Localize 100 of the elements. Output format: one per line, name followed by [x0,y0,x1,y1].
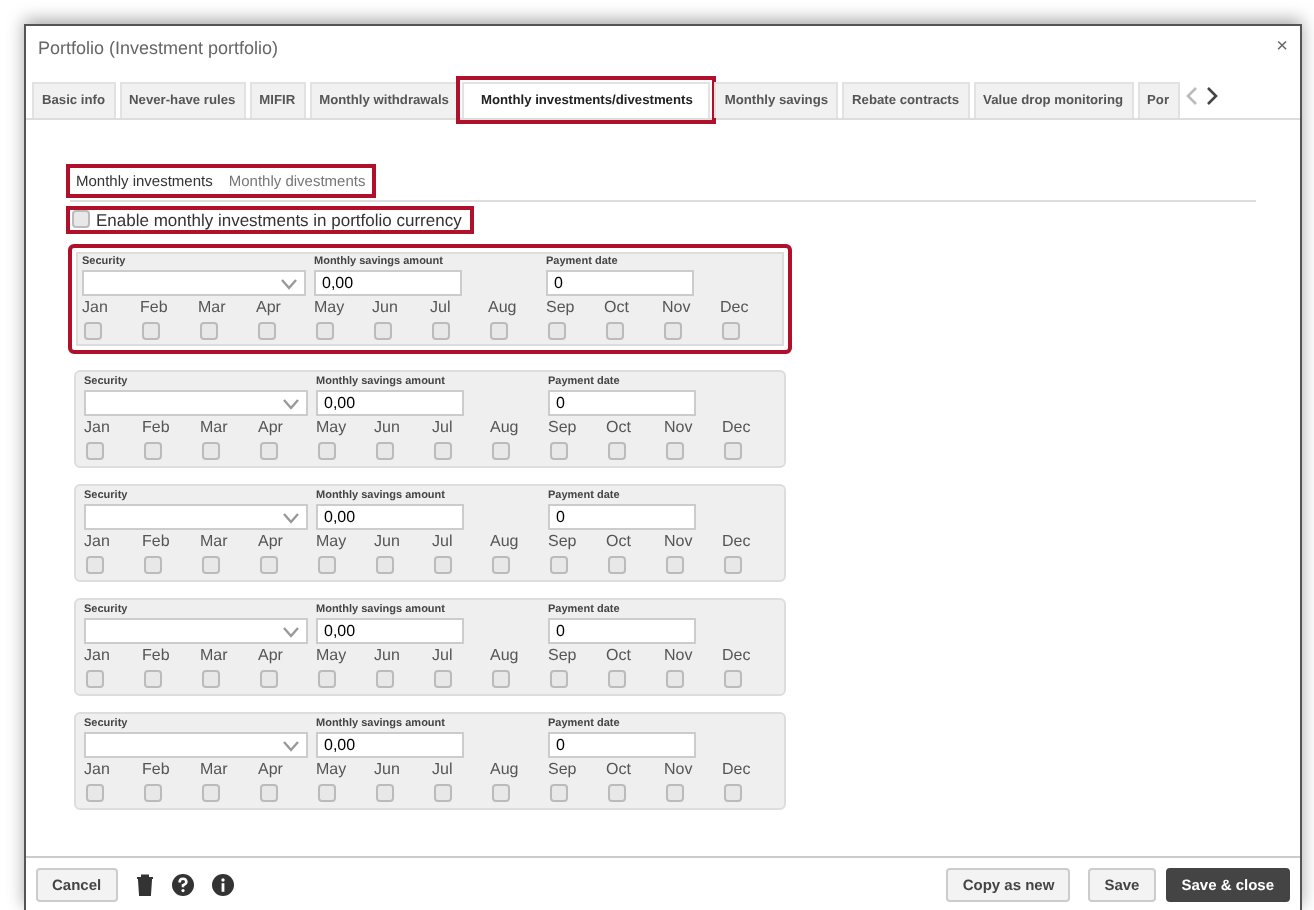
close-button[interactable]: × [1276,36,1288,58]
month-label: Aug [490,646,521,664]
month-label: Sep [548,418,579,436]
amount-field[interactable]: 0,00 [316,504,464,530]
month-label: Jun [372,298,400,316]
month-label: Sep [548,760,579,778]
checkbox[interactable] [144,784,162,802]
amount-field[interactable]: 0,00 [314,270,462,296]
checkbox[interactable] [260,670,278,688]
checkbox[interactable] [144,556,162,574]
info-icon[interactable] [211,874,234,896]
checkbox[interactable] [86,442,104,460]
checkbox[interactable] [144,670,162,688]
month-label: Nov [664,418,695,436]
checkbox[interactable] [608,670,626,688]
security-dropdown[interactable] [84,618,308,644]
checkbox[interactable] [86,784,104,802]
month-label: May [316,418,349,436]
checkbox[interactable] [548,322,566,340]
security-dropdown[interactable] [84,390,308,416]
checkbox[interactable] [376,784,394,802]
checkbox[interactable] [72,210,90,228]
checkbox[interactable] [258,322,276,340]
month-label: Oct [604,298,631,316]
checkbox[interactable] [722,322,740,340]
month-label: May [316,760,349,778]
checkbox[interactable] [664,322,682,340]
checkbox[interactable] [376,442,394,460]
checkbox[interactable] [202,442,220,460]
checkbox[interactable] [434,784,452,802]
date-field[interactable]: 0 [548,732,696,758]
checkbox[interactable] [666,556,684,574]
checkbox[interactable] [86,556,104,574]
checkbox[interactable] [318,670,336,688]
checkbox[interactable] [666,784,684,802]
checkbox[interactable] [316,322,334,340]
checkbox[interactable] [434,442,452,460]
checkbox[interactable] [724,556,742,574]
checkbox[interactable] [492,442,510,460]
checkbox[interactable] [376,556,394,574]
checkbox[interactable] [202,784,220,802]
checkbox[interactable] [550,442,568,460]
month-label: Jan [84,646,112,664]
checkbox[interactable] [318,556,336,574]
checkbox[interactable] [608,556,626,574]
amount-field[interactable]: 0,00 [316,732,464,758]
checkbox[interactable] [606,322,624,340]
checkbox[interactable] [260,442,278,460]
checkbox[interactable] [550,556,568,574]
month-label: Apr [258,760,285,778]
help-icon[interactable] [171,874,194,896]
month-label: Jul [432,418,455,436]
checkbox[interactable] [608,784,626,802]
month-label: Aug [488,298,519,316]
checkbox[interactable] [144,442,162,460]
checkbox[interactable] [200,322,218,340]
amount-field[interactable]: 0,00 [316,390,464,416]
checkbox[interactable] [202,556,220,574]
month-label: May [316,532,349,550]
month-label: May [314,298,347,316]
date-field[interactable]: 0 [548,504,696,530]
security-dropdown[interactable] [84,732,308,758]
checkbox[interactable] [202,670,220,688]
date-field[interactable]: 0 [548,618,696,644]
checkbox[interactable] [492,556,510,574]
checkbox[interactable] [434,556,452,574]
checkbox[interactable] [376,670,394,688]
date-field[interactable]: 0 [546,270,694,296]
checkbox[interactable] [492,784,510,802]
checkbox[interactable] [142,322,160,340]
checkbox[interactable] [724,670,742,688]
month-label: Jul [430,298,453,316]
checkbox[interactable] [318,784,336,802]
checkbox[interactable] [434,670,452,688]
checkbox[interactable] [318,442,336,460]
checkbox[interactable] [666,442,684,460]
month-label: Sep [548,532,579,550]
date-field[interactable]: 0 [548,390,696,416]
trash-icon[interactable] [135,874,154,896]
security-dropdown[interactable] [82,270,306,296]
checkbox[interactable] [84,322,102,340]
month-label: Sep [546,298,577,316]
month-label: Apr [258,532,285,550]
month-label: Dec [722,418,753,436]
checkbox[interactable] [260,556,278,574]
checkbox[interactable] [490,322,508,340]
checkbox[interactable] [724,442,742,460]
checkbox[interactable] [666,670,684,688]
month-label: Aug [490,760,521,778]
security-dropdown[interactable] [84,504,308,530]
checkbox[interactable] [260,784,278,802]
checkbox[interactable] [432,322,450,340]
checkbox[interactable] [550,670,568,688]
checkbox[interactable] [608,442,626,460]
checkbox[interactable] [492,670,510,688]
checkbox[interactable] [86,670,104,688]
amount-field[interactable]: 0,00 [316,618,464,644]
checkbox[interactable] [374,322,392,340]
checkbox[interactable] [724,784,742,802]
checkbox[interactable] [550,784,568,802]
